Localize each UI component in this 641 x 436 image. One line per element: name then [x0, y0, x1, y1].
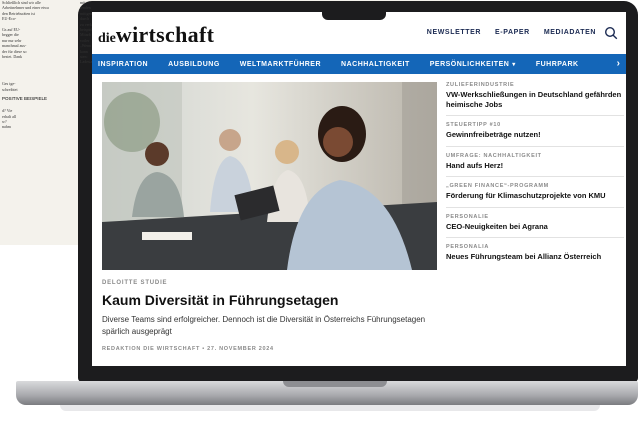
laptop-trackpad-notch	[283, 381, 387, 387]
feature-kicker: DELOITTE STUDIE	[102, 280, 168, 286]
nav-item-label: PERSÖNLICHKEITEN	[429, 60, 510, 68]
nav-item-weltmarktfuehrer[interactable]: WELTMARKTFÜHRER	[240, 61, 321, 68]
laptop-shadow	[60, 405, 600, 411]
hero-image[interactable]	[102, 82, 437, 270]
laptop-screen: diewirtschaft NEWSLETTER E-PAPER MEDIADA…	[92, 12, 626, 366]
news-title: CEO-Neuigkeiten bei Agrana	[446, 221, 548, 231]
news-title: Gewinnfreibeträge nutzen!	[446, 130, 541, 139]
nav-item-persoenlichkeiten[interactable]: PERSÖNLICHKEITEN ▾	[430, 61, 516, 68]
feature-byline: REDAKTION DIE WIRTSCHAFT • 27. NOVEMBER …	[102, 346, 274, 352]
news-kicker: UMFRAGE: NACHHALTIGKEIT	[446, 152, 542, 159]
news-title: Hand aufs Herz!	[446, 160, 504, 170]
newspaper-left-area: POSITIVE BEISPIELE	[0, 0, 78, 245]
news-kicker: PERSONALIE	[446, 213, 489, 220]
news-title: Förderung für Klimaschutzprojekte von KM…	[446, 191, 606, 200]
news-item[interactable]: PERSONALIE CEO-Neuigkeiten bei Agrana	[446, 213, 624, 238]
nav-item-inspiration[interactable]: INSPIRATION	[98, 61, 148, 68]
news-kicker: „GREEN FINANCE“-PROGRAMM	[446, 183, 549, 189]
epaper-link[interactable]: E-PAPER	[495, 29, 530, 36]
feature-article[interactable]: DELOITTE STUDIE Kaum Diversität in Führu…	[102, 280, 437, 352]
camera-notch	[322, 6, 386, 20]
feature-teaser: Diverse Teams sind erfolgreicher. Dennoc…	[102, 315, 426, 336]
search-icon[interactable]	[604, 26, 618, 40]
news-kicker: ZULIEFERINDUSTRIE	[446, 82, 515, 88]
news-title: Neues Führungsteam bei Allianz Österreic…	[446, 252, 602, 261]
news-kicker: PERSONALIA	[446, 244, 490, 250]
feature-headline[interactable]: Kaum Diversität in Führungsetagen	[102, 292, 437, 308]
news-item[interactable]: PERSONALIA Neues Führungsteam bei Allian…	[446, 244, 624, 268]
site-logo[interactable]: diewirtschaft	[98, 22, 214, 48]
sidebar-news: ZULIEFERINDUSTRIE VW-Werkschließungen in…	[446, 82, 624, 274]
nav-item-fuhrpark[interactable]: FUHRPARK	[536, 61, 579, 68]
newspaper-column: mit tenden mitigen durch zu verk beispie…	[80, 0, 92, 65]
main-nav: INSPIRATION AUSBILDUNG WELTMARKTFÜHRER N…	[92, 54, 626, 74]
news-item[interactable]: ZULIEFERINDUSTRIE VW-Werkschließungen in…	[446, 82, 624, 116]
news-item[interactable]: STEUERTIPP #10 Gewinnfreibeträge nutzen!	[446, 122, 624, 147]
news-kicker: STEUERTIPP #10	[446, 122, 501, 128]
newsletter-link[interactable]: NEWSLETTER	[427, 29, 481, 36]
nav-item-nachhaltigkeit[interactable]: NACHHALTIGKEIT	[341, 61, 410, 68]
news-title: VW-Werkschließungen in Deutschland gefäh…	[446, 90, 622, 109]
chevron-right-icon[interactable]: ›	[617, 58, 620, 69]
logo-prefix: die	[98, 31, 116, 46]
newspaper-accent-label: POSITIVE BEISPIELE	[2, 96, 48, 101]
newspaper-col2-area: mit tenden mitigen durch zu verk beispie…	[80, 0, 92, 245]
nav-item-ausbildung[interactable]: AUSBILDUNG	[168, 61, 220, 68]
mediadaten-link[interactable]: MEDIADATEN	[544, 29, 596, 36]
news-item[interactable]: „GREEN FINANCE“-PROGRAMM Förderung für K…	[446, 183, 624, 208]
logo-main: wirtschaft	[115, 22, 215, 47]
top-links: NEWSLETTER E-PAPER MEDIADATEN	[427, 29, 596, 36]
news-item[interactable]: UMFRAGE: NACHHALTIGKEIT Hand aufs Herz!	[446, 152, 624, 177]
chevron-down-icon: ▾	[512, 61, 516, 68]
